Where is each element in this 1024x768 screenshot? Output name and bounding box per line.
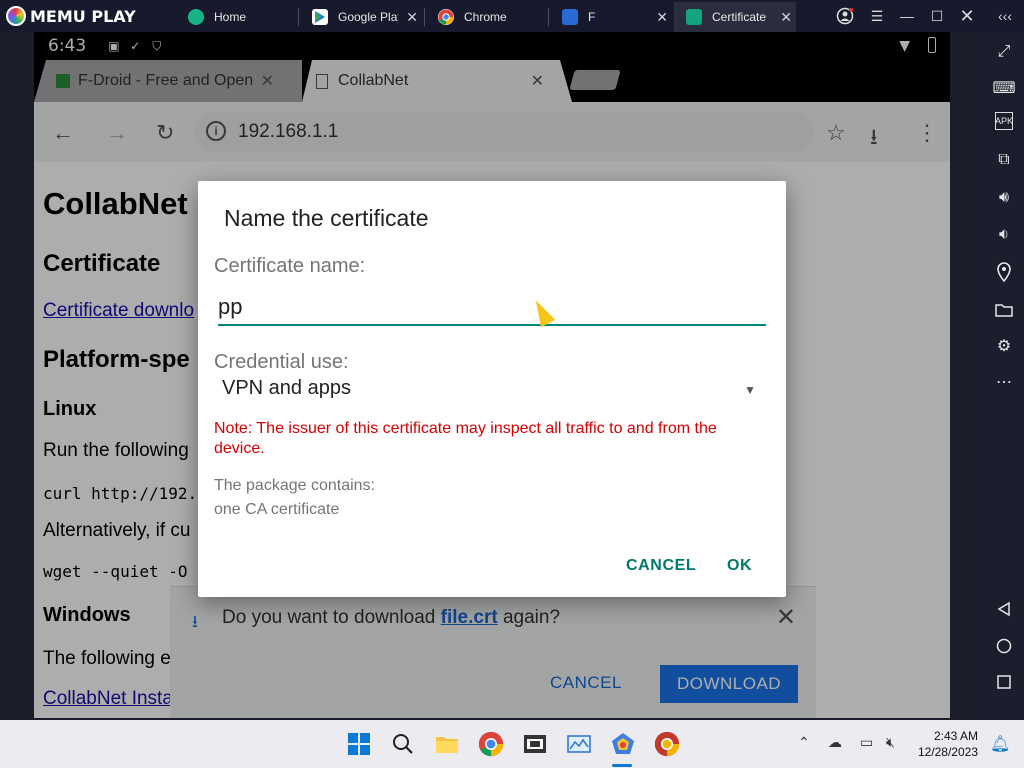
windows-taskbar: ⌃ ☁ ▭ 🔇︎ 2:43 AM 12/28/2023 🔔︎ bbox=[0, 720, 1024, 768]
nav-home-icon[interactable] bbox=[992, 634, 1016, 658]
notification-bell-icon[interactable]: 🔔︎ bbox=[990, 734, 1010, 754]
memu-logo: MEMU PLAY bbox=[0, 6, 172, 26]
chrome-canary-icon[interactable] bbox=[654, 731, 680, 757]
memu-home-icon bbox=[188, 9, 204, 25]
more-icon[interactable]: ⋯ bbox=[992, 370, 1016, 394]
maximize-icon[interactable]: ☐ bbox=[922, 0, 952, 32]
account-icon[interactable] bbox=[830, 0, 860, 32]
dialog-ok-button[interactable]: OK bbox=[727, 557, 752, 575]
volume-muted-icon[interactable]: 🔇︎ bbox=[886, 734, 895, 751]
name-certificate-dialog: Name the certificate Certificate name: C… bbox=[198, 181, 786, 597]
tray-overflow-icon[interactable]: ⌃ bbox=[798, 734, 810, 751]
search-icon[interactable] bbox=[390, 731, 416, 757]
folder-icon[interactable] bbox=[992, 298, 1016, 322]
onedrive-icon[interactable]: ☁ bbox=[828, 734, 842, 751]
nav-back-icon[interactable] bbox=[992, 597, 1016, 621]
tab-divider bbox=[424, 8, 425, 26]
certificate-name-input[interactable] bbox=[218, 290, 766, 326]
media-app-icon[interactable] bbox=[522, 731, 548, 757]
windows-start-icon[interactable] bbox=[346, 731, 372, 757]
emulator-tab-home[interactable]: Home bbox=[176, 2, 298, 32]
issuer-warning-note: Note: The issuer of this certificate may… bbox=[214, 420, 717, 457]
volume-up-icon[interactable]: 🔊︎ bbox=[992, 186, 1016, 210]
emulator-tab-chrome[interactable]: Chrome bbox=[426, 2, 548, 32]
dropdown-arrow-icon: ▼ bbox=[744, 383, 756, 397]
collapse-sidebar-icon[interactable]: ‹‹‹ bbox=[990, 0, 1020, 32]
memu-taskbar-icon[interactable] bbox=[610, 731, 636, 757]
memu-brand: MEMU PLAY bbox=[30, 6, 136, 26]
volume-down-icon[interactable]: 🔉︎ bbox=[992, 223, 1016, 247]
location-icon[interactable] bbox=[992, 260, 1016, 284]
package-contains-label: The package contains: bbox=[214, 477, 375, 494]
fullscreen-icon[interactable]: ⤢ bbox=[992, 40, 1016, 64]
keyboard-icon[interactable]: ⌨ bbox=[992, 76, 1016, 100]
emulator-tab-google-play[interactable]: Google Play ✕ bbox=[300, 2, 422, 32]
tab-label: Home bbox=[214, 10, 247, 24]
menu-icon[interactable]: ☰ bbox=[862, 0, 892, 32]
memu-logo-icon bbox=[6, 6, 26, 26]
android-icon bbox=[686, 9, 702, 25]
nav-recents-icon[interactable] bbox=[992, 670, 1016, 694]
clock-date: 12/28/2023 bbox=[917, 745, 978, 759]
close-icon[interactable]: ✕ bbox=[406, 9, 418, 26]
credential-use-label: Credential use: bbox=[214, 351, 349, 373]
emulator-tab-certificate[interactable]: Certificate ✕ bbox=[674, 2, 796, 32]
file-explorer-icon[interactable] bbox=[434, 731, 460, 757]
credential-use-value: VPN and apps bbox=[222, 377, 351, 399]
tab-divider bbox=[298, 8, 299, 26]
clock-time: 2:43 AM bbox=[933, 729, 978, 743]
close-window-icon[interactable]: ✕ bbox=[952, 0, 982, 32]
tab-label: Chrome bbox=[464, 10, 507, 24]
dialog-cancel-button[interactable]: CANCEL bbox=[626, 557, 696, 575]
emulator-tab-fdroid[interactable]: F ✕ bbox=[550, 2, 672, 32]
settings-icon[interactable]: ⚙ bbox=[992, 334, 1016, 358]
tab-divider bbox=[548, 8, 549, 26]
tab-label: F bbox=[588, 10, 596, 24]
system-clock[interactable]: 2:43 AM 12/28/2023 bbox=[912, 728, 978, 760]
minimize-icon[interactable]: — bbox=[892, 0, 922, 32]
certificate-name-label: Certificate name: bbox=[214, 255, 366, 277]
credential-use-dropdown[interactable]: VPN and apps ▼ bbox=[214, 377, 764, 407]
apk-icon[interactable]: APK bbox=[995, 112, 1013, 130]
display-icon[interactable]: ▭ bbox=[860, 734, 873, 751]
chrome-taskbar-icon[interactable] bbox=[478, 731, 504, 757]
multi-instance-icon[interactable]: ⧉ bbox=[992, 148, 1016, 172]
tab-label: Certificate bbox=[712, 10, 767, 24]
active-app-indicator bbox=[612, 764, 632, 767]
package-contents: one CA certificate bbox=[214, 501, 340, 518]
emulator-sidebar: ⤢ ⌨ APK ⧉ 🔊︎ 🔉︎ ⚙ ⋯ bbox=[984, 32, 1024, 720]
emulator-titlebar: MEMU PLAY Home Google Play ✕ Chrome F ✕ … bbox=[0, 0, 1024, 32]
chrome-icon bbox=[438, 9, 454, 25]
close-icon[interactable]: ✕ bbox=[780, 9, 792, 26]
play-store-icon bbox=[312, 9, 328, 25]
photos-app-icon[interactable] bbox=[566, 731, 592, 757]
close-icon[interactable]: ✕ bbox=[656, 9, 668, 26]
dialog-title: Name the certificate bbox=[224, 205, 429, 231]
tab-label: Google Play bbox=[338, 10, 398, 24]
fdroid-icon bbox=[562, 9, 578, 25]
